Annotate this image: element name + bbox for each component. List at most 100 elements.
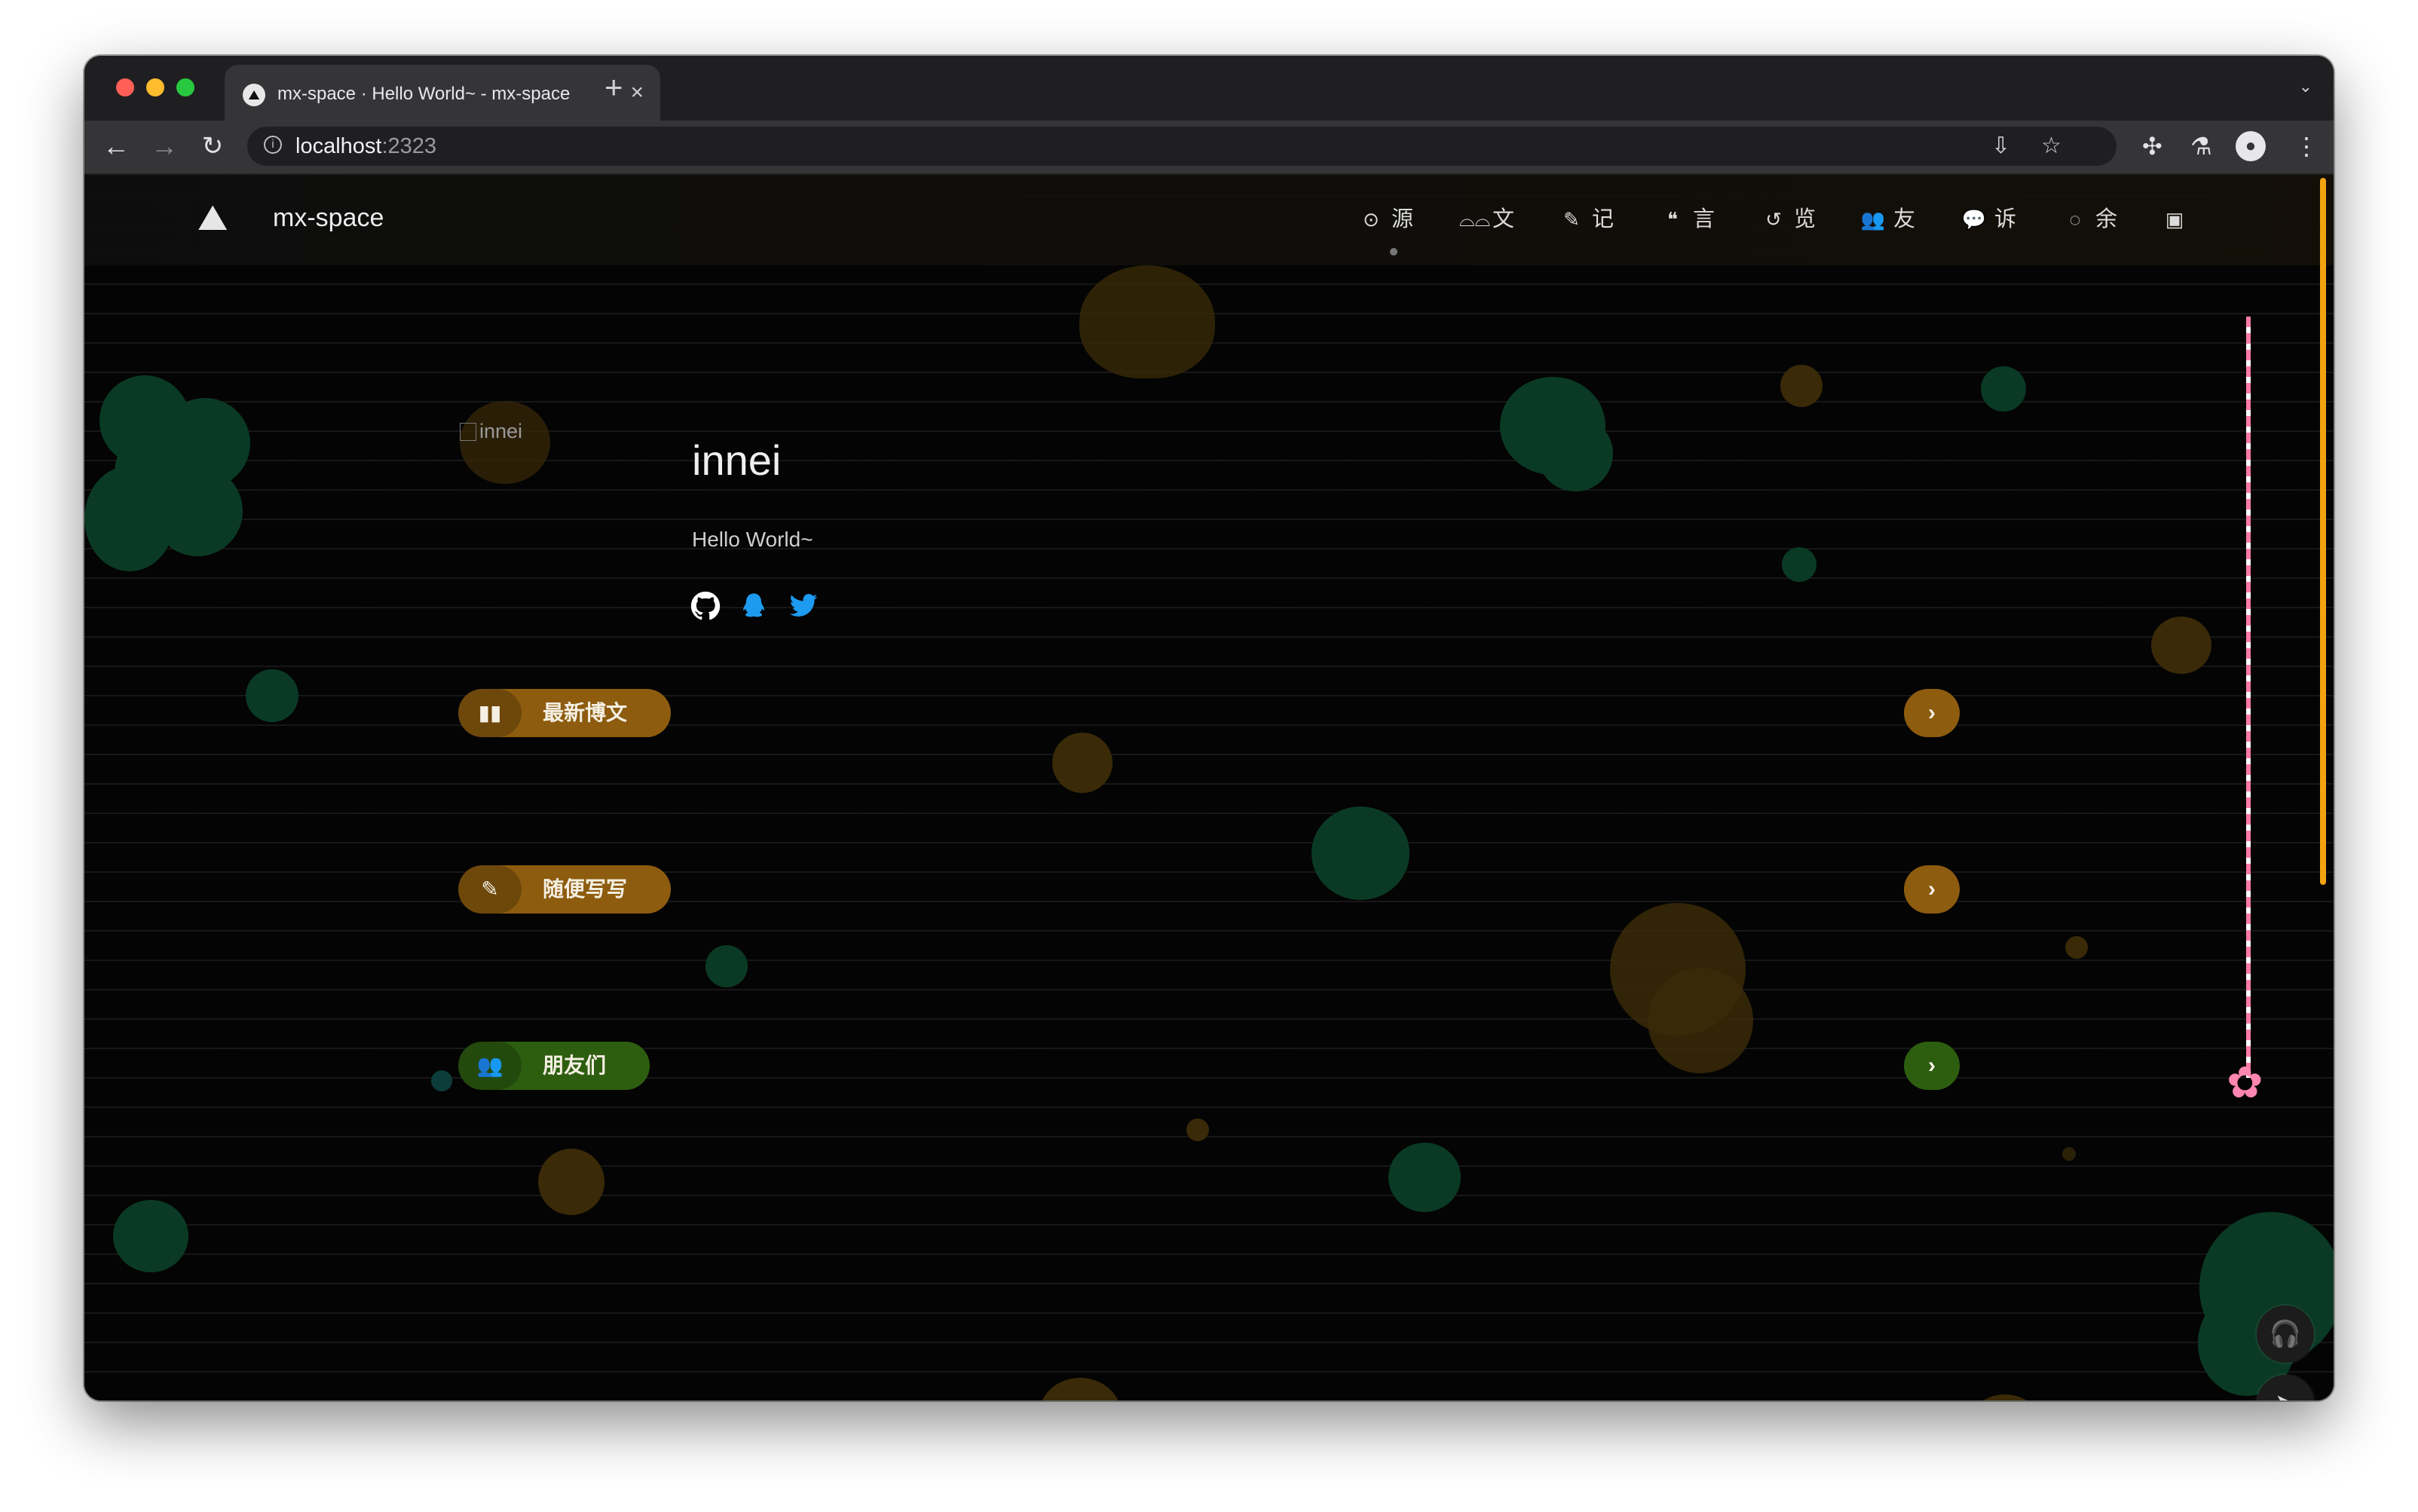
back-icon[interactable]: ← (99, 130, 133, 163)
decor-blob-green (1388, 1143, 1461, 1212)
decor-blob-brown (1079, 265, 1215, 378)
feather-icon: ✎ (1563, 208, 1580, 231)
friends-more-button[interactable]: › (1904, 1042, 1960, 1090)
site-header: ⛰ mx-space ⊙ 源 ⌓⌓文 ✎ 记 ❝ 言 ↺ 览 👥 友 💬 诉 ◌ 余 ▣ (84, 175, 2334, 265)
section-friends[interactable]: 👥 朋友们 (458, 1042, 650, 1090)
decor-blob-green (1782, 547, 1817, 582)
nav-item-notes[interactable]: ✎ 记 (1559, 202, 1614, 237)
url-host: localhost (295, 134, 382, 158)
decor-blob-brown (1039, 1378, 1122, 1400)
users-icon: 👥 (458, 1042, 522, 1090)
install-app-icon[interactable]: ⇩ (1991, 133, 2010, 160)
decor-blob-brown (1648, 968, 1753, 1073)
nav-item-source[interactable]: ⊙ 源 (1358, 202, 1413, 237)
nav-label: 余 (2095, 207, 2118, 231)
nav-item-posts[interactable]: ⌓⌓文 (1459, 202, 1514, 237)
headphones-icon[interactable]: 🎧 (2257, 1305, 2314, 1363)
new-tab-button[interactable]: + (604, 69, 623, 106)
forward-icon[interactable]: → (148, 130, 181, 163)
glasses-icon: ⌓⌓ (1459, 208, 1491, 231)
decor-blob-brown (1186, 1119, 1209, 1141)
reload-icon[interactable]: ↻ (196, 130, 229, 163)
decor-blob-green (706, 945, 748, 987)
comments-icon: ❝ (1667, 208, 1678, 231)
section-latest-posts[interactable]: ▮▮ 最新博文 (458, 689, 671, 737)
circle-notch-icon: ◌ (2069, 208, 2081, 231)
nav-item-friends[interactable]: 👥 友 (1860, 202, 1915, 237)
chevron-right-icon: › (1928, 700, 1936, 725)
nav-item-says[interactable]: ❝ 言 (1660, 202, 1715, 237)
nav-item-subway[interactable]: ▣ (2162, 202, 2195, 237)
section-label: 最新博文 (543, 701, 628, 724)
nav-item-timeline[interactable]: ↺ 览 (1761, 202, 1816, 237)
maximize-window-button[interactable] (176, 78, 194, 96)
bookmark-star-icon[interactable]: ☆ (2041, 133, 2061, 160)
profile-avatar-icon[interactable]: ● (2236, 131, 2266, 161)
broken-image-icon (460, 423, 476, 441)
tab-search-icon[interactable]: ⌄ (2299, 77, 2312, 96)
nav-item-more[interactable]: ◌ 余 (2062, 202, 2117, 237)
labs-flask-icon[interactable]: ⚗ (2190, 131, 2212, 161)
decor-flower-green (84, 375, 258, 571)
pencil-icon: ✎ (458, 865, 522, 914)
avatar-alt-text: innei (479, 420, 523, 442)
browser-tab[interactable]: ⛰ mx-space · Hello World~ - mx-space × (225, 65, 660, 121)
book-icon: ▮▮ (458, 689, 522, 737)
url-port: :2323 (381, 134, 437, 158)
page-viewport: ⛰ mx-space ⊙ 源 ⌓⌓文 ✎ 记 ❝ 言 ↺ 览 👥 友 💬 诉 ◌ 余 ▣ in… (84, 175, 2334, 1400)
nav-label: 源 (1391, 207, 1414, 231)
subway-icon: ▣ (2165, 208, 2184, 231)
minimize-window-button[interactable] (146, 78, 164, 96)
nav-label: 言 (1693, 207, 1716, 231)
decor-blob-green (1312, 807, 1409, 900)
chevron-right-icon: › (1928, 877, 1936, 901)
nav-label: 诉 (1994, 207, 2017, 231)
nav-item-message[interactable]: 💬 诉 (1961, 202, 2016, 237)
decor-blob-green (246, 669, 298, 722)
extensions-icon[interactable]: ✣ (2142, 131, 2162, 161)
favicon-icon: ⛰ (243, 84, 265, 106)
chevron-right-icon: › (1928, 1053, 1936, 1078)
tab-strip: ⛰ mx-space · Hello World~ - mx-space × +… (84, 56, 2334, 121)
tab-title: mx-space · Hello World~ - mx-space (277, 84, 571, 104)
nav-label: 文 (1492, 207, 1515, 231)
hanging-string (2246, 317, 2251, 1078)
browser-menu-icon[interactable]: ⋮ (2294, 131, 2319, 161)
decor-blob-brown (1052, 733, 1113, 793)
active-nav-indicator (1390, 248, 1397, 256)
chat-icon: 💬 (1961, 208, 1987, 231)
decor-blob-brown (538, 1149, 604, 1215)
close-tab-icon[interactable]: × (630, 80, 644, 106)
section-notes[interactable]: ✎ 随便写写 (458, 865, 671, 914)
section-label: 随便写写 (543, 877, 628, 901)
nav-label: 记 (1592, 207, 1615, 231)
decor-blob-brown (1963, 1394, 2047, 1400)
trees-icon[interactable]: ⛰ (197, 194, 228, 243)
sakura-flower-icon[interactable]: ✿ (2227, 1061, 2263, 1105)
decor-blob-brown (2065, 936, 2088, 959)
latest-posts-more-button[interactable]: › (1904, 689, 1960, 737)
browser-toolbar: ← → ↻ i localhost:2323 ⇩ ☆ ✣ ⚗ ● ⋮ (84, 121, 2334, 175)
url-text: localhost:2323 (295, 133, 436, 159)
page-scrollbar[interactable] (2320, 178, 2326, 885)
decor-blob-teal (431, 1070, 452, 1091)
qq-icon[interactable] (739, 591, 769, 621)
address-bar[interactable]: i localhost:2323 ⇩ ☆ (247, 127, 2117, 166)
close-window-button[interactable] (116, 78, 134, 96)
notes-more-button[interactable]: › (1904, 865, 1960, 914)
site-name[interactable]: mx-space (273, 200, 384, 235)
site-info-icon[interactable]: i (264, 136, 282, 154)
nav-label: 友 (1893, 207, 1916, 231)
users-icon: 👥 (1860, 208, 1886, 231)
decor-blob-green (1981, 366, 2026, 412)
decor-blob-brown (1780, 365, 1823, 407)
browser-window: ⛰ mx-space · Hello World~ - mx-space × +… (84, 56, 2334, 1400)
history-icon: ↺ (1765, 208, 1782, 231)
profile-description: Hello World~ (692, 528, 813, 551)
decor-blob-green (1538, 416, 1613, 491)
github-icon[interactable] (690, 591, 721, 621)
profile-name: innei (692, 436, 782, 484)
avatar: innei (460, 419, 522, 443)
twitter-icon[interactable] (788, 591, 819, 621)
nav-label: 览 (1794, 207, 1817, 231)
